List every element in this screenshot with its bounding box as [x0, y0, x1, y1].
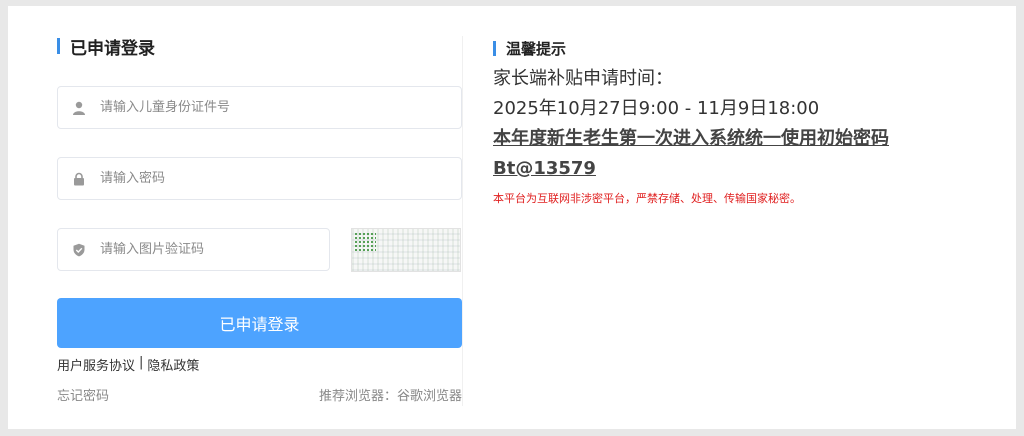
password-input[interactable]: [98, 170, 425, 187]
accent-bar: [57, 38, 60, 54]
shield-check-icon: [72, 243, 86, 257]
login-panel: 已申请登录 请输入儿童身份证件号 请输入图片验证码 已申请登录 用户服务协议 |…: [57, 36, 462, 404]
captcha-image[interactable]: [351, 228, 461, 272]
captcha-noise: [354, 232, 376, 252]
link-separator: |: [139, 355, 144, 370]
user-icon: [72, 101, 86, 115]
login-title: 已申请登录: [70, 38, 155, 59]
user-agreement-link[interactable]: 用户服务协议: [57, 355, 135, 374]
notice-header: 温馨提示: [493, 38, 963, 58]
forgot-password-link[interactable]: 忘记密码: [57, 385, 109, 404]
password-field-wrapper[interactable]: [57, 157, 462, 200]
login-button[interactable]: 已申请登录: [57, 298, 462, 348]
notice-panel: 温馨提示 家长端补贴申请时间： 2025年10月27日9:00 - 11月9日1…: [493, 38, 963, 206]
notice-line-1: 家长端补贴申请时间：: [493, 68, 673, 89]
notice-title: 温馨提示: [506, 39, 567, 58]
id-number-field-wrapper[interactable]: [57, 86, 462, 129]
notice-line-2: 2025年10月27日9:00 - 11月9日18:00: [493, 98, 820, 119]
privacy-policy-link[interactable]: 隐私政策: [147, 355, 199, 374]
security-warning: 本平台为互联网非涉密平台，严禁存储、处理、传输国家秘密。: [493, 192, 801, 205]
accent-bar: [493, 40, 496, 56]
id-number-input[interactable]: [98, 99, 425, 116]
login-header: 已申请登录: [57, 36, 462, 59]
login-card: 已申请登录 请输入儿童身份证件号 请输入图片验证码 已申请登录 用户服务协议 |…: [8, 6, 1016, 429]
lock-icon: [72, 172, 86, 186]
captcha-input[interactable]: [98, 241, 319, 258]
notice-initial-password: Bt@13579: [493, 158, 596, 179]
agreement-links: 用户服务协议 | 隐私政策: [57, 355, 199, 374]
captcha-field-wrapper[interactable]: [57, 228, 330, 271]
notice-line-3: 本年度新生老生第一次进入系统统一使用初始密码: [493, 128, 889, 149]
panel-divider: [462, 36, 463, 406]
browser-tip: 推荐浏览器：谷歌浏览器: [318, 389, 462, 404]
